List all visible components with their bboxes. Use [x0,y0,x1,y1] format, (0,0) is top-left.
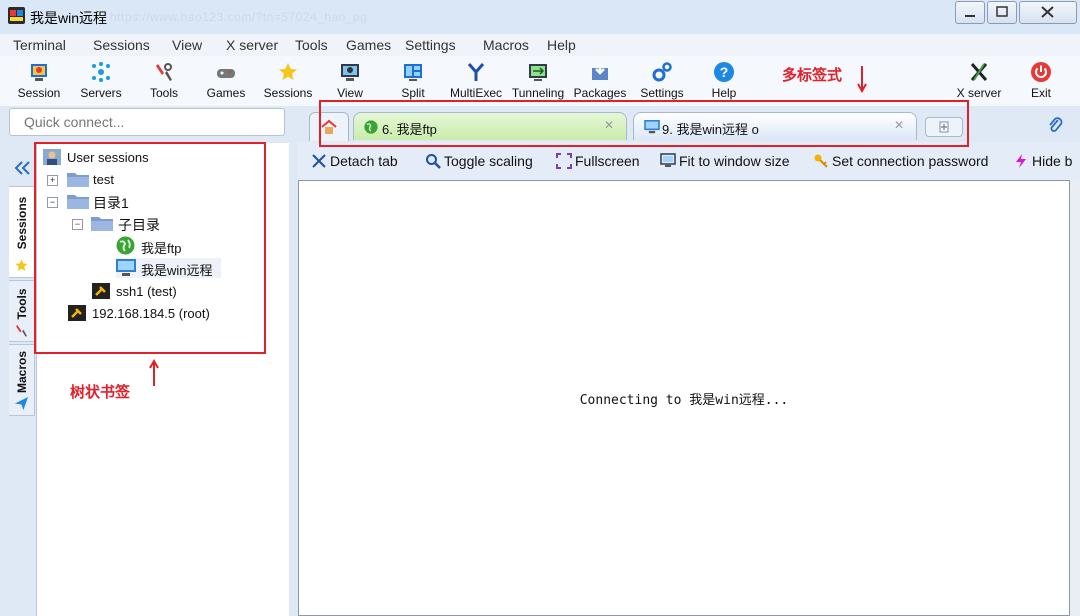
send-icon [14,396,29,411]
tree-annotation-label: 树状书签 [70,384,131,401]
sessions-button[interactable]: Sessions [257,58,319,104]
menu-settings[interactable]: Settings [405,37,456,53]
star-icon [279,63,297,80]
menu-tools[interactable]: Tools [295,37,328,53]
multiexec-icon [467,63,485,81]
games-button[interactable]: Games [195,58,257,104]
close-button[interactable] [1019,1,1077,24]
terminal-area[interactable]: Connecting to 我是win远程... [298,180,1070,616]
key-icon [814,154,828,168]
side-tab-strip: Sessions Tools Macros [8,186,36,616]
tunneling-button[interactable]: Tunneling [507,58,569,104]
minimize-icon [965,15,975,17]
split-icon [404,64,422,81]
quick-connect-box[interactable] [9,108,285,136]
window-title: 我是win远程 [30,10,108,26]
connecting-message: Connecting to 我是win远程... [579,393,789,408]
tabs-annotation-box [319,100,969,147]
fullscreen-icon [556,153,572,169]
split-button[interactable]: Split [382,58,444,104]
menu-help[interactable]: Help [547,37,576,53]
tools-icon [156,63,172,81]
svg-text:?: ? [720,64,729,80]
tree-annotation-box [34,142,266,354]
help-icon: ? [714,62,734,82]
session-icon [31,64,47,81]
maximize-icon [996,6,1008,17]
settings-button[interactable]: Settings [631,58,693,104]
tools-button[interactable]: Tools [133,58,195,104]
menu-xserver[interactable]: X server [226,37,278,53]
monitor-icon [660,153,676,167]
url-watermark: https://www.hao123.com/?tn=57024_hao_pg [110,10,368,24]
panel-splitter[interactable] [289,106,297,616]
gear-icon [652,62,672,82]
rdp-action-bar: Detach tab Toggle scaling Fullscreen Fit… [297,142,1080,180]
menu-bar: Terminal Sessions View X server Tools Ga… [0,34,1080,57]
minimize-button[interactable] [955,1,985,24]
magnifier-icon [426,154,441,169]
maximize-button[interactable] [987,1,1017,24]
window-edge [1070,180,1080,616]
arrow-down-icon [857,66,867,94]
session-button[interactable]: Session [8,58,70,104]
gamepad-icon [217,69,235,78]
star-icon [15,259,28,271]
packages-icon [592,63,608,80]
tunneling-icon [529,64,547,81]
menu-view[interactable]: View [172,37,202,53]
quick-connect-input[interactable] [24,114,274,130]
collapse-sidebar-icon[interactable] [14,160,32,176]
multiexec-button[interactable]: MultiExec [445,58,507,104]
attachment-icon[interactable] [1047,116,1063,134]
view-button[interactable]: View [319,58,381,104]
menu-games[interactable]: Games [346,37,391,53]
help-button[interactable]: ? Help [693,58,755,104]
xserver-button[interactable]: X server [948,58,1010,104]
xserver-icon [970,63,988,81]
side-tab-macros[interactable]: Macros [9,344,35,416]
packages-button[interactable]: Packages [569,58,631,104]
tabs-annotation-label: 多标签式 [782,67,843,84]
side-tab-sessions[interactable]: Sessions [9,186,35,278]
power-icon [1031,62,1051,82]
view-icon [341,64,359,81]
exit-button[interactable]: Exit [1010,58,1072,104]
menu-terminal[interactable]: Terminal [13,37,66,53]
mobaxterm-logo-icon [8,7,25,24]
lightning-icon [1016,154,1026,168]
scissors-icon [312,154,326,168]
side-tab-tools[interactable]: Tools [9,280,35,342]
menu-macros[interactable]: Macros [483,37,529,53]
arrow-up-icon [149,358,159,386]
tools-icon [16,325,27,337]
servers-button[interactable]: Servers [70,58,132,104]
main-toolbar: Session Servers Tools Games Sessions Vie… [0,56,1080,106]
title-bar: 我是win远程 https://www.hao123.com/?tn=57024… [0,0,1080,34]
menu-sessions[interactable]: Sessions [93,37,150,53]
servers-icon [92,62,110,82]
close-icon [1041,6,1054,18]
